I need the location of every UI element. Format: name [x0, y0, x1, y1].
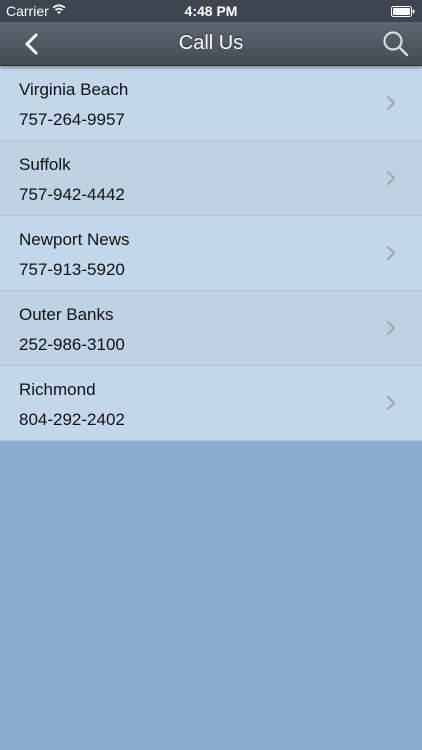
list-item-outer-banks[interactable]: Outer Banks 252-986-3100 [0, 291, 422, 366]
phone-number: 757-264-9957 [19, 110, 125, 129]
list-item-richmond[interactable]: Richmond 804-292-2402 [0, 366, 422, 441]
navigation-bar: Call Us [0, 22, 422, 66]
battery-icon [391, 6, 415, 17]
back-chevron-icon[interactable] [18, 30, 46, 58]
list-item-suffolk[interactable]: Suffolk 757-942-4442 [0, 141, 422, 216]
phone-number: 757-913-5920 [19, 260, 125, 279]
list-item-newport-news[interactable]: Newport News 757-913-5920 [0, 216, 422, 291]
city-name: Richmond [19, 380, 96, 399]
chevron-right-icon [386, 170, 396, 186]
phone-number: 804-292-2402 [19, 410, 125, 429]
list-item-virginia-beach[interactable]: Virginia Beach 757-264-9957 [0, 66, 422, 141]
chevron-right-icon [386, 95, 396, 111]
status-time: 4:48 PM [184, 3, 238, 19]
phone-number: 757-942-4442 [19, 185, 125, 204]
city-name: Virginia Beach [19, 80, 129, 99]
location-list: Virginia Beach 757-264-9957 Suffolk 757-… [0, 66, 422, 441]
chevron-right-icon [386, 245, 396, 261]
city-name: Outer Banks [19, 305, 114, 324]
phone-number: 252-986-3100 [19, 335, 125, 354]
page-title: Call Us [178, 32, 244, 54]
search-icon[interactable] [380, 28, 412, 60]
status-bar: Carrier 4:48 PM [0, 0, 422, 22]
chevron-right-icon [386, 320, 396, 336]
city-name: Newport News [19, 230, 130, 249]
chevron-right-icon [386, 395, 396, 411]
city-name: Suffolk [19, 155, 71, 174]
